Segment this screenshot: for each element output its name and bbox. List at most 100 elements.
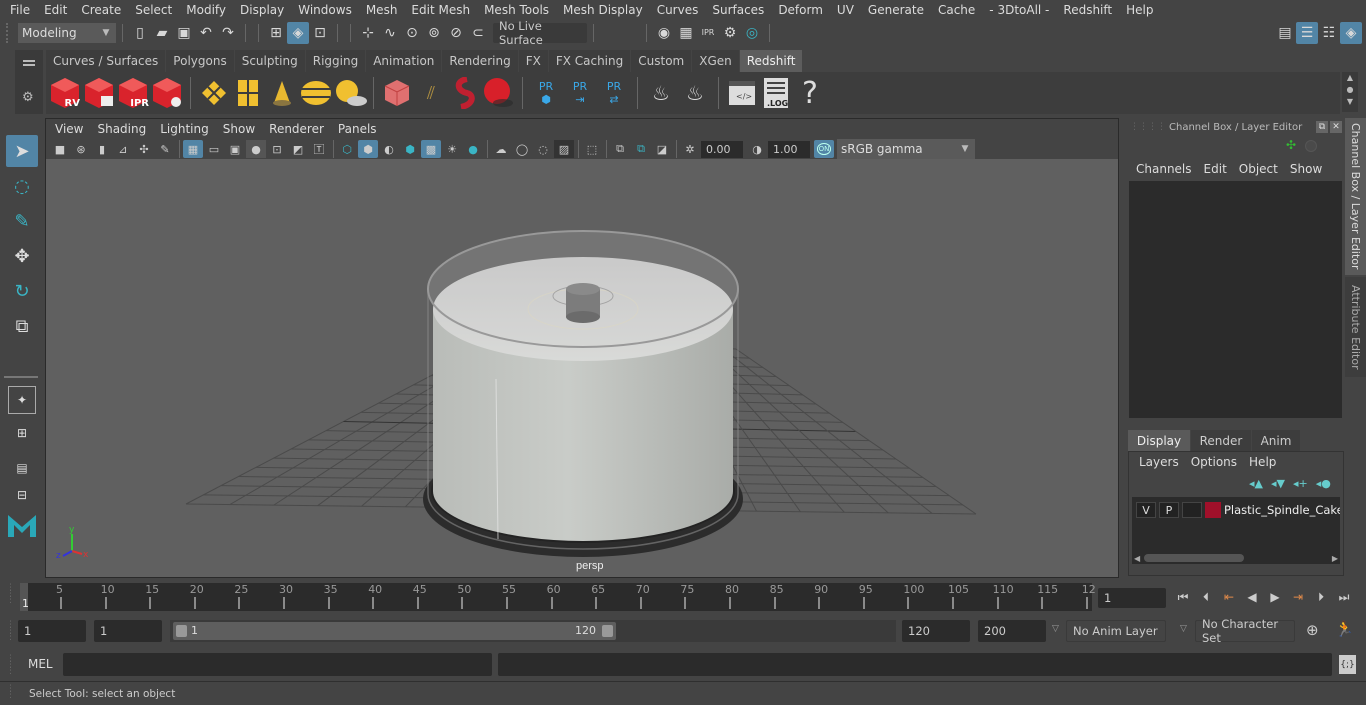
drag-handle[interactable]: ⋮ ⋮ ⋮	[6, 584, 15, 605]
save-scene-icon[interactable]: ▣	[173, 22, 195, 44]
tab-display[interactable]: Display	[1128, 430, 1190, 451]
proxy-import-icon[interactable]: PR ⇥	[563, 75, 597, 111]
layers-menu[interactable]: Layers	[1133, 455, 1185, 469]
visibility-toggle[interactable]: V	[1136, 502, 1156, 518]
vp-menu-view[interactable]: View	[48, 122, 90, 136]
go-to-start-icon[interactable]: ⏮	[1174, 588, 1192, 606]
channel-box-icon[interactable]: ◈	[1340, 21, 1362, 44]
shelf-menu-icon[interactable]	[23, 60, 35, 66]
drag-handle[interactable]	[6, 22, 12, 43]
safe-title-icon[interactable]: 🅃	[309, 140, 329, 158]
anim-layer-dropdown[interactable]: No Anim Layer	[1066, 620, 1166, 642]
select-object-icon[interactable]: ◈	[287, 21, 309, 44]
exposure-field[interactable]: 0.00	[701, 140, 743, 158]
select-hierarchy-icon[interactable]: ⊞	[265, 22, 287, 44]
tab-rendering[interactable]: Rendering	[442, 50, 518, 72]
menu-surfaces[interactable]: Surfaces	[705, 3, 771, 17]
gamma-field[interactable]: 1.00	[768, 140, 810, 158]
time-slider[interactable]: 1 5 10 15 20 25 30 35 40 45 50 55 60 65 70 75 80 85 90 95 1…	[20, 583, 1096, 611]
redo-icon[interactable]: ↷	[217, 22, 239, 44]
scene-canvas[interactable]: persp y x z	[46, 159, 1118, 577]
start-time-field[interactable]: 1	[18, 620, 86, 642]
menu-uv[interactable]: UV	[830, 3, 861, 17]
range-start-handle[interactable]	[176, 625, 187, 637]
channels-menu[interactable]: Channels	[1130, 162, 1198, 176]
menu-modify[interactable]: Modify	[179, 3, 233, 17]
strand-icon[interactable]	[448, 75, 482, 111]
menu-select[interactable]: Select	[128, 3, 179, 17]
tab-xgen[interactable]: XGen	[692, 50, 739, 72]
menu-generate[interactable]: Generate	[861, 3, 931, 17]
object-menu[interactable]: Object	[1233, 162, 1284, 176]
rect-light-icon[interactable]	[197, 75, 231, 111]
color-space-dropdown[interactable]: sRGB gamma ▼	[837, 139, 975, 159]
move-tool-icon[interactable]: ✥	[6, 240, 38, 272]
menu-file[interactable]: File	[3, 3, 37, 17]
redshift-ipr-icon[interactable]: IPR	[116, 75, 150, 111]
tab-curves-surfaces[interactable]: Curves / Surfaces	[46, 50, 166, 72]
modeling-toolkit-icon[interactable]: ▤	[1274, 22, 1296, 44]
volume-icon[interactable]	[380, 75, 414, 111]
open-scene-icon[interactable]: ▰	[151, 22, 173, 44]
area-light-icon[interactable]	[231, 75, 265, 111]
menu-mesh[interactable]: Mesh	[359, 3, 405, 17]
select-component-icon[interactable]: ⊡	[309, 22, 331, 44]
vp-menu-show[interactable]: Show	[216, 122, 262, 136]
wireframe-on-shaded-icon[interactable]: ⬢	[400, 140, 420, 158]
undo-icon[interactable]: ↶	[195, 22, 217, 44]
tab-fx[interactable]: FX	[518, 50, 548, 72]
step-forward-key-icon[interactable]: ⇥	[1289, 588, 1307, 606]
snap-view-plane-icon[interactable]: ⊚	[423, 22, 445, 44]
xray-icon[interactable]: ⧉	[610, 140, 630, 158]
proxy-export-icon[interactable]: PR ⬢	[529, 75, 563, 111]
vp-menu-shading[interactable]: Shading	[90, 122, 153, 136]
outliner-layout-icon[interactable]: ▤	[6, 452, 38, 484]
log-icon[interactable]: .LOG	[759, 75, 793, 111]
live-surface-field[interactable]: No Live Surface	[493, 19, 587, 47]
new-layer-selected-icon[interactable]: ◂●	[1316, 477, 1331, 490]
close-icon[interactable]: ✕	[1330, 121, 1342, 133]
snap-point-icon[interactable]: ⊙	[401, 22, 423, 44]
lasso-tool-icon[interactable]: ◌	[6, 170, 38, 202]
command-language-toggle[interactable]: MEL	[28, 657, 53, 671]
safe-action-icon[interactable]: ◩	[288, 140, 308, 158]
film-gate-icon[interactable]: ▭	[204, 140, 224, 158]
step-back-key-icon[interactable]: ⇤	[1220, 588, 1238, 606]
layer-scrollbar[interactable]: ◀ ▶	[1132, 552, 1340, 564]
options-menu[interactable]: Options	[1185, 455, 1243, 469]
shadows-icon[interactable]: ●	[463, 140, 483, 158]
current-frame-field[interactable]: 1	[1098, 588, 1166, 608]
proxy-convert-icon[interactable]: PR ⇄	[597, 75, 631, 111]
tab-animation[interactable]: Animation	[366, 50, 442, 72]
scroll-right-icon[interactable]: ▶	[1332, 554, 1338, 563]
go-to-end-icon[interactable]: ⏭	[1335, 588, 1353, 606]
tab-redshift[interactable]: Redshift	[739, 50, 803, 72]
end-time-field[interactable]: 120	[902, 620, 970, 642]
paint-select-tool-icon[interactable]: ✎	[6, 205, 38, 237]
range-end-handle[interactable]	[602, 625, 613, 637]
tab-anim[interactable]: Anim	[1252, 430, 1300, 451]
xray-joints-icon[interactable]: ◪	[652, 140, 672, 158]
script-editor-icon[interactable]: </>	[725, 75, 759, 111]
depth-of-field-icon[interactable]: ▨	[554, 140, 574, 158]
auto-key-icon[interactable]: ⊕	[1306, 621, 1319, 639]
menu-help[interactable]: Help	[1119, 3, 1160, 17]
vp-menu-panels[interactable]: Panels	[331, 122, 384, 136]
help-icon[interactable]: ?	[793, 75, 827, 111]
step-back-frame-icon[interactable]: ⏴	[1197, 588, 1215, 606]
menu-cache[interactable]: Cache	[931, 3, 982, 17]
motion-blur-icon[interactable]: ◯	[512, 140, 532, 158]
menu-mesh-tools[interactable]: Mesh Tools	[477, 3, 556, 17]
anim-start-field[interactable]: 1	[94, 620, 162, 642]
dome-light-icon[interactable]	[299, 75, 333, 111]
anti-aliasing-icon[interactable]: ◌	[533, 140, 553, 158]
tool-settings-icon[interactable]: ☷	[1318, 22, 1340, 44]
command-input[interactable]	[63, 653, 492, 676]
spot-light-icon[interactable]	[265, 75, 299, 111]
move-layer-up-icon[interactable]: ◂▲	[1249, 477, 1263, 490]
move-layer-down-icon[interactable]: ◂▼	[1271, 477, 1285, 490]
scroll-thumb[interactable]	[1144, 554, 1245, 562]
sphere-mesh-icon[interactable]	[482, 75, 516, 111]
character-set-dropdown[interactable]: No Character Set	[1195, 617, 1295, 645]
play-backwards-icon[interactable]: ◀	[1243, 588, 1261, 606]
